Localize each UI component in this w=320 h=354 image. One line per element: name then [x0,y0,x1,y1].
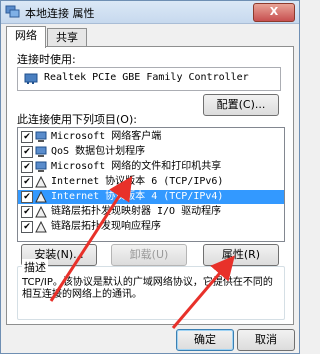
list-item-label: 链路层拓扑发现响应程序 [51,221,161,232]
close-button[interactable]: X [253,3,295,22]
network-client-icon [35,131,47,142]
cancel-button[interactable]: 取消 [237,329,295,351]
properties-button[interactable]: 属性(R) [203,244,279,266]
description-text: TCP/IP。该协议是默认的广域网络协议，它提供在不同的相互连接的网络上的通讯。 [22,277,273,300]
protocol-icon [35,206,47,218]
list-item[interactable]: ✔ Microsoft 网络客户端 [18,130,284,144]
configure-button[interactable]: 配置(C)... [203,94,279,116]
list-item[interactable]: ✔ Microsoft 网络的文件和打印机共享 [18,160,284,174]
adapter-name: Realtek PCIe GBE Family Controller [44,72,249,83]
checkbox[interactable]: ✔ [21,176,33,188]
adapter-box: Realtek PCIe GBE Family Controller [17,67,281,91]
protocol-icon [35,221,47,233]
list-item[interactable]: ✔ Internet 协议版本 6 (TCP/IPv6) [18,175,284,189]
items-label: 此连接使用下列项目(O): [17,113,137,126]
uninstall-button[interactable]: 卸载(U) [111,244,187,266]
title-bar: 本地连接 属性 X [1,1,299,24]
file-share-icon [35,161,47,172]
description-group: 描述 TCP/IP。该协议是默认的广域网络协议，它提供在不同的相互连接的网络上的… [17,259,285,320]
list-item-label: Microsoft 网络客户端 [51,131,162,142]
checkbox[interactable]: ✔ [21,206,33,218]
checkbox[interactable]: ✔ [21,191,33,203]
list-item[interactable]: ✔ QoS 数据包计划程序 [18,145,284,159]
checkbox[interactable]: ✔ [21,131,33,143]
list-item-label: QoS 数据包计划程序 [51,146,146,157]
description-title: 描述 [22,259,48,275]
checkbox[interactable]: ✔ [21,221,33,233]
list-item-label: Microsoft 网络的文件和打印机共享 [51,161,222,172]
properties-dialog: 本地连接 属性 X 网络 共享 连接时使用: Realtek PCIe GBE … [0,0,300,354]
network-card-icon [24,73,38,84]
tab-network[interactable]: 网络 [6,26,46,48]
list-item[interactable]: ✔ 链路层拓扑发现映射器 I/O 驱动程序 [18,205,284,219]
checkbox[interactable]: ✔ [21,146,33,158]
list-item[interactable]: ✔ 链路层拓扑发现响应程序 [18,220,284,234]
network-adapter-icon [5,5,20,18]
list-item-label: Internet 协议版本 6 (TCP/IPv6) [51,176,224,187]
protocol-icon [35,176,47,188]
items-list[interactable]: ✔ Microsoft 网络客户端 ✔ QoS 数据包计划程序 ✔ Micros… [17,127,285,242]
connect-using-label: 连接时使用: [17,53,76,66]
tab-panel: 连接时使用: Realtek PCIe GBE Family Controlle… [6,46,294,325]
checkbox[interactable]: ✔ [21,161,33,173]
protocol-icon [35,191,47,203]
list-item-selected[interactable]: ✔ Internet 协议版本 4 (TCP/IPv4) [18,190,284,204]
window-title: 本地连接 属性 [25,7,95,20]
tab-sharing[interactable]: 共享 [47,28,87,47]
qos-icon [35,146,47,157]
list-item-label: Internet 协议版本 4 (TCP/IPv4) [51,191,224,202]
list-item-label: 链路层拓扑发现映射器 I/O 驱动程序 [51,206,222,217]
ok-button[interactable]: 确定 [176,329,234,351]
